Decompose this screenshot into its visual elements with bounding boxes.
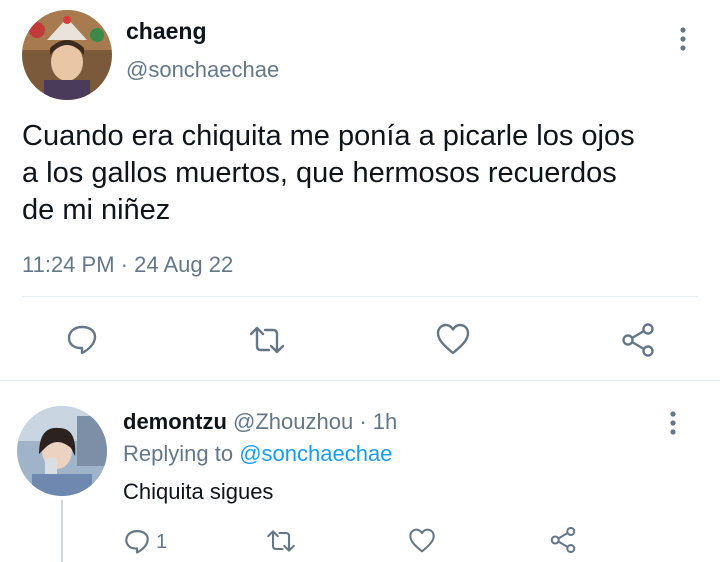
reply-header: demontzu @Zhouzhou · 1h: [123, 409, 397, 435]
reply-text: Chiquita sigues: [123, 479, 274, 504]
replying-to-label: Replying to: [123, 441, 234, 466]
reply-separator: ·: [359, 409, 367, 434]
tweet-date: 24 Aug 22: [134, 252, 234, 277]
author-handle[interactable]: @sonchaechae: [126, 57, 279, 83]
divider: [22, 296, 698, 297]
tweet-text: Cuando era chiquita me ponía a picarle l…: [22, 118, 702, 229]
tweet-time: 11:24 PM: [22, 252, 115, 277]
author-avatar[interactable]: [22, 10, 112, 100]
replying-to: Replying to @sonchaechae: [123, 441, 392, 467]
like-icon[interactable]: [408, 527, 436, 554]
tweet-timestamp[interactable]: 11:24 PM · 24 Aug 22: [22, 252, 233, 278]
retweet-icon[interactable]: [265, 528, 297, 554]
share-icon[interactable]: [549, 526, 577, 554]
replying-to-handle[interactable]: @sonchaechae: [239, 441, 392, 466]
section-divider: [0, 380, 720, 381]
tweet-text-line: de mi niñez: [22, 194, 171, 226]
reply-author-avatar[interactable]: [17, 406, 107, 496]
reply-icon[interactable]: [123, 527, 151, 555]
thread-line: [61, 500, 63, 562]
share-icon[interactable]: [620, 322, 656, 358]
tweet-text-line: Cuando era chiquita me ponía a picarle l…: [22, 120, 635, 152]
reply-display-name[interactable]: demontzu: [123, 409, 227, 434]
retweet-icon[interactable]: [247, 324, 287, 356]
more-vertical-icon[interactable]: [674, 26, 692, 52]
author-display-name[interactable]: chaeng: [126, 18, 207, 45]
reply-icon[interactable]: [65, 322, 99, 356]
reply-count: 1: [156, 531, 168, 553]
reply-age: 1h: [372, 409, 398, 434]
like-icon[interactable]: [435, 322, 471, 356]
timestamp-separator: ·: [120, 252, 128, 277]
more-vertical-icon[interactable]: [664, 410, 682, 436]
tweet-text-line: a los gallos muertos, que hermosos recue…: [22, 157, 617, 189]
reply-handle[interactable]: @Zhouzhou: [233, 409, 353, 434]
